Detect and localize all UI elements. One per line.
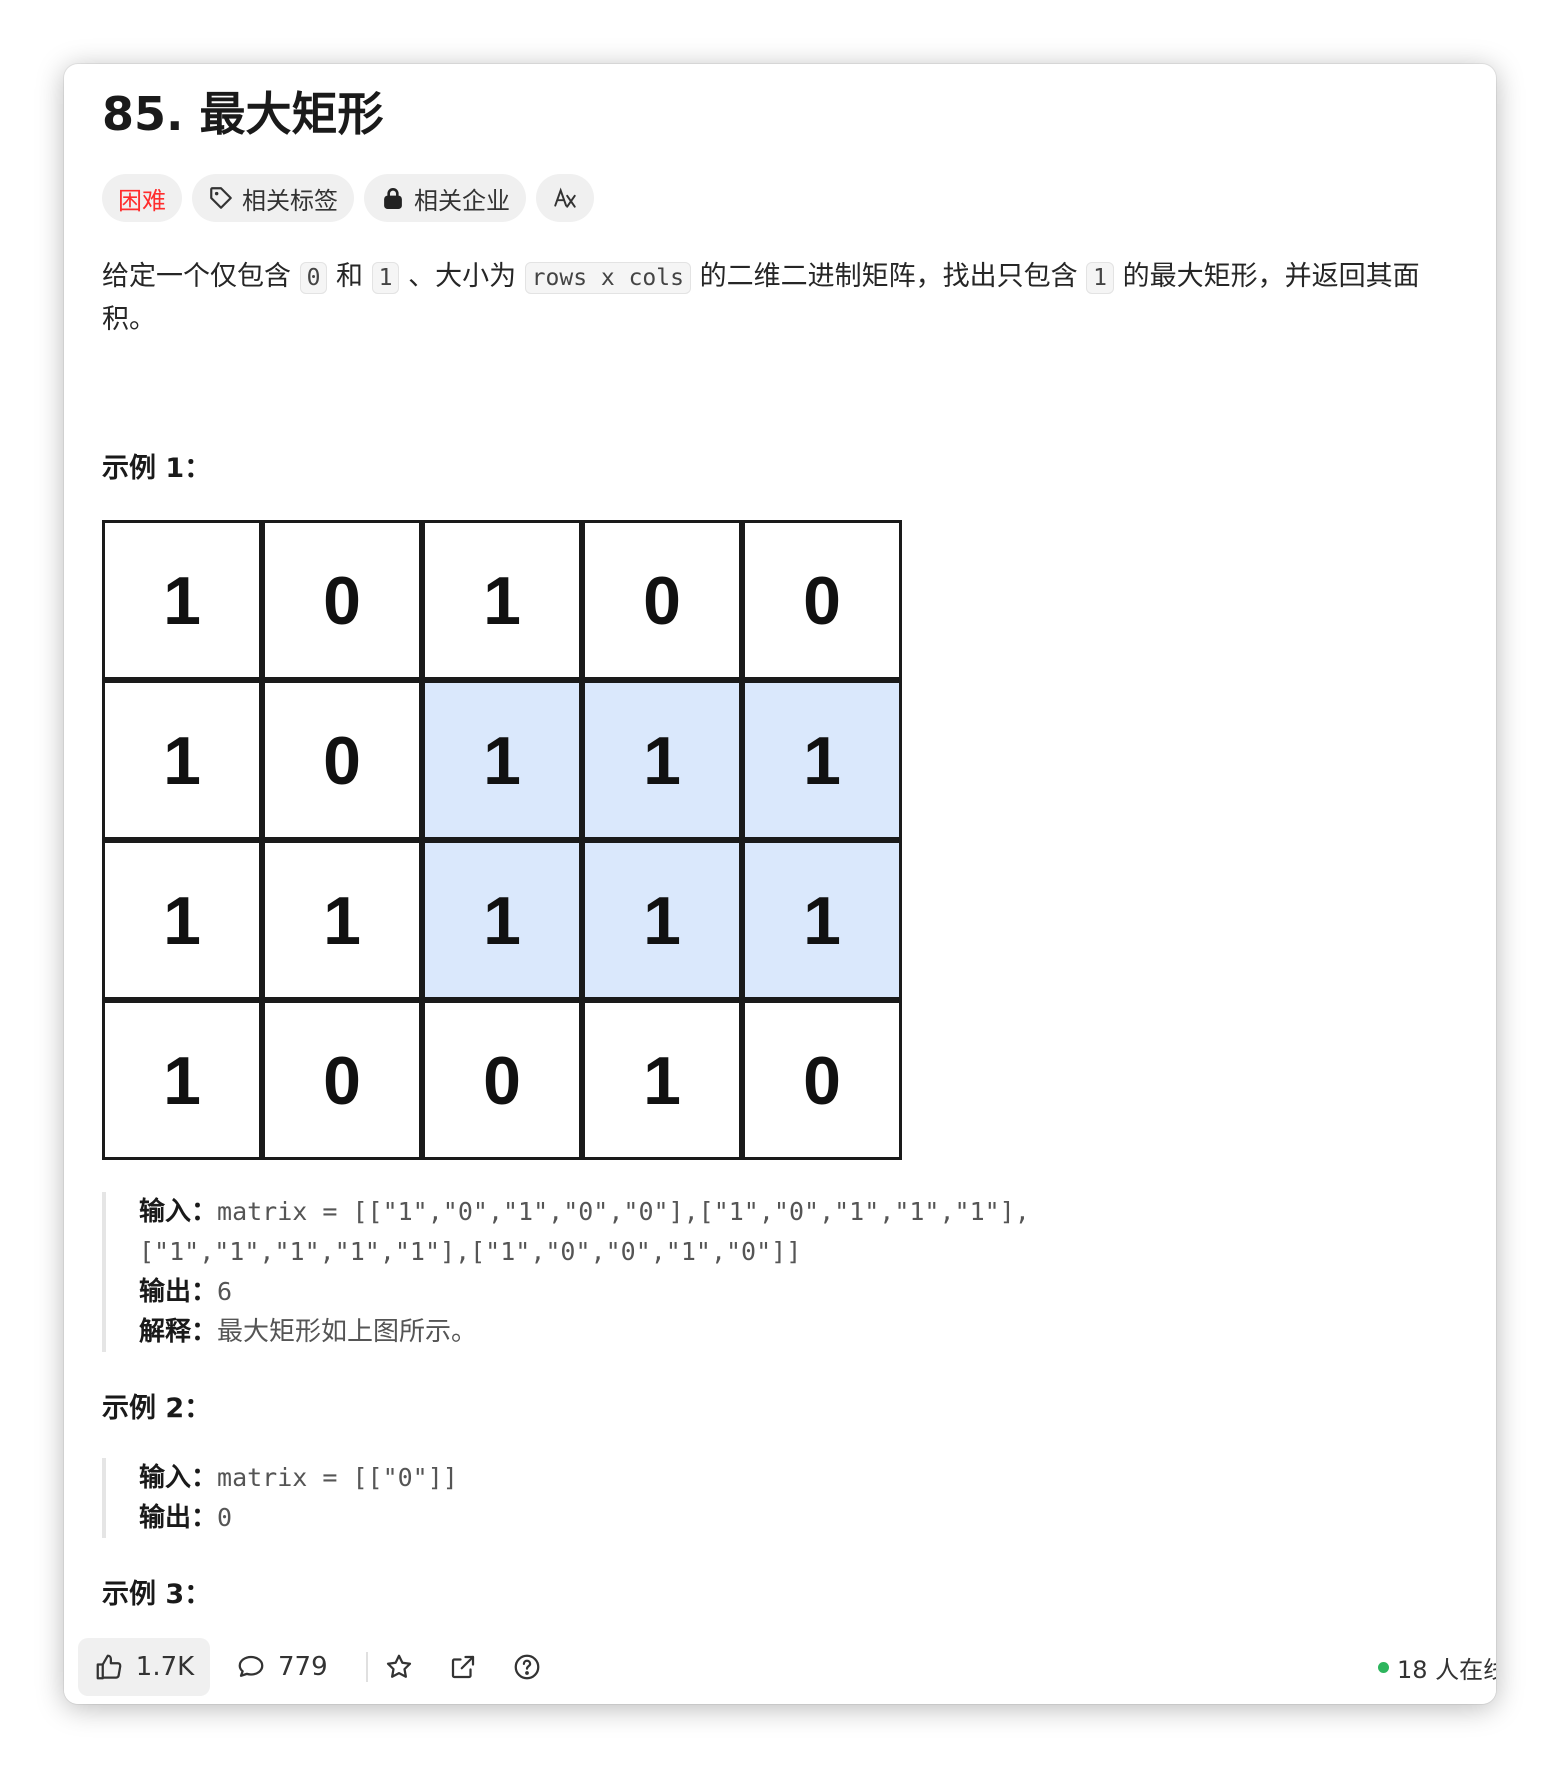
matrix-figure: 1 0 1 0 0 1 0 1 1 1 1 1 1 1 1 1 0 0 1 0 bbox=[102, 520, 902, 1160]
comment-count: 779 bbox=[278, 1652, 328, 1682]
matrix-cell-value: 1 bbox=[803, 883, 841, 959]
input-value: matrix = [["0"]] bbox=[217, 1463, 458, 1492]
output-label: 输出： bbox=[139, 1503, 218, 1533]
output-label: 输出： bbox=[139, 1277, 218, 1307]
matrix-cell-value: 0 bbox=[323, 563, 361, 639]
difficulty-label: 困难 bbox=[118, 186, 166, 215]
inline-code: rows x cols bbox=[524, 262, 691, 294]
output-value: 0 bbox=[217, 1503, 233, 1532]
star-icon bbox=[384, 1652, 414, 1682]
toolbar-divider bbox=[366, 1652, 368, 1682]
input-value: matrix = [["1","0","1","0","0"],["1","0"… bbox=[217, 1197, 1030, 1226]
matrix-cell-value: 1 bbox=[483, 883, 521, 959]
matrix-cell-value: 0 bbox=[803, 1043, 841, 1119]
example-1-block: 输入：matrix = [["1","0","1","0","0"],["1",… bbox=[102, 1192, 1439, 1352]
related-companies-button[interactable]: 相关企业 bbox=[364, 174, 526, 222]
translate-button[interactable] bbox=[536, 174, 594, 222]
tag-row: 困难 相关标签 相关企业 bbox=[102, 174, 594, 222]
share-icon bbox=[448, 1652, 478, 1682]
tag-icon bbox=[208, 185, 234, 211]
example-1-heading: 示例 1： bbox=[102, 453, 212, 484]
matrix-cell-value: 0 bbox=[643, 563, 681, 639]
online-users-indicator: 18 人在线 bbox=[1378, 1638, 1496, 1696]
online-status-dot bbox=[1378, 1661, 1389, 1673]
bottom-toolbar: 1.7K 779 18 人在线 bbox=[64, 1630, 1496, 1704]
translate-icon bbox=[552, 185, 578, 211]
help-button[interactable] bbox=[512, 1638, 542, 1696]
related-tags-label: 相关标签 bbox=[242, 186, 338, 215]
matrix-cell-value: 1 bbox=[163, 883, 201, 959]
description-text: 给定一个仅包含 bbox=[102, 261, 300, 292]
inline-code: 1 bbox=[1086, 262, 1115, 294]
matrix-cell-value: 1 bbox=[643, 723, 681, 799]
problem-panel: 85. 最大矩形 困难 相关标签 相关企业 给定一个仅包含 0 和 1 、大小为… bbox=[64, 64, 1496, 1704]
input-value-continued: ["1","1","1","1","1"],["1","0","0","1","… bbox=[139, 1237, 802, 1266]
description-text: 的二维二进制矩阵，找出只包含 bbox=[690, 261, 1087, 292]
explain-text: 最大矩形如上图所示。 bbox=[217, 1317, 478, 1347]
question-circle-icon bbox=[512, 1652, 542, 1682]
related-companies-label: 相关企业 bbox=[414, 186, 510, 215]
like-count: 1.7K bbox=[135, 1652, 195, 1682]
example-2-heading: 示例 2： bbox=[102, 1393, 212, 1424]
matrix-cell-value: 1 bbox=[483, 563, 521, 639]
related-tags-button[interactable]: 相关标签 bbox=[192, 174, 354, 222]
matrix-cell-value: 0 bbox=[483, 1043, 521, 1119]
matrix-grid: 1 0 1 0 0 1 0 1 1 1 1 1 1 1 1 1 0 0 1 0 bbox=[102, 520, 902, 1160]
problem-description: 给定一个仅包含 0 和 1 、大小为 rows x cols 的二维二进制矩阵，… bbox=[102, 256, 1462, 341]
description-text: 、大小为 bbox=[399, 261, 525, 292]
inline-code: 0 bbox=[299, 262, 328, 294]
matrix-cell-value: 1 bbox=[803, 723, 841, 799]
description-text: 和 bbox=[327, 261, 372, 292]
matrix-cell-value: 1 bbox=[483, 723, 521, 799]
matrix-cell-value: 0 bbox=[803, 563, 841, 639]
lock-icon bbox=[380, 185, 406, 211]
inline-code: 1 bbox=[371, 262, 400, 294]
matrix-cell-value: 0 bbox=[323, 723, 361, 799]
matrix-cell-value: 1 bbox=[163, 723, 201, 799]
problem-title: 85. 最大矩形 bbox=[102, 87, 384, 141]
matrix-cell-value: 1 bbox=[163, 563, 201, 639]
matrix-cell-value: 1 bbox=[323, 883, 361, 959]
matrix-cell-value: 0 bbox=[323, 1043, 361, 1119]
example-2-block: 输入：matrix = [["0"]] 输出：0 bbox=[102, 1458, 1439, 1538]
comments-button[interactable]: 779 bbox=[236, 1638, 328, 1696]
example-3-heading: 示例 3： bbox=[102, 1579, 212, 1610]
difficulty-badge: 困难 bbox=[102, 174, 182, 222]
input-label: 输入： bbox=[139, 1463, 218, 1493]
favorite-button[interactable] bbox=[384, 1638, 414, 1696]
matrix-cell-value: 1 bbox=[643, 1043, 681, 1119]
online-count: 18 人在线 bbox=[1397, 1655, 1496, 1684]
like-button[interactable]: 1.7K bbox=[78, 1638, 210, 1696]
explain-label: 解释： bbox=[139, 1317, 218, 1347]
comment-icon bbox=[236, 1652, 266, 1682]
share-button[interactable] bbox=[448, 1638, 478, 1696]
input-label: 输入： bbox=[139, 1197, 218, 1227]
matrix-cell-value: 1 bbox=[163, 1043, 201, 1119]
thumbs-up-icon bbox=[94, 1652, 124, 1682]
matrix-cell-value: 1 bbox=[643, 883, 681, 959]
output-value: 6 bbox=[217, 1277, 233, 1306]
